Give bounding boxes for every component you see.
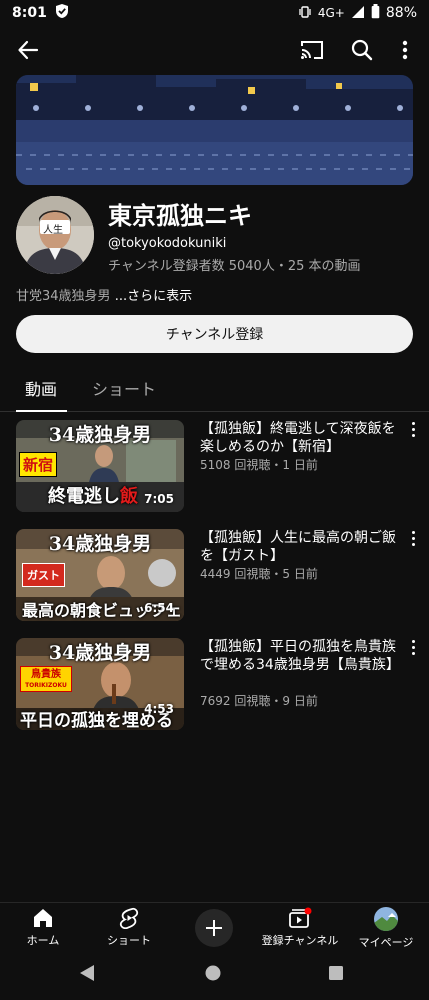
nav-profile-label: マイページ xyxy=(358,936,414,949)
create-icon xyxy=(206,920,222,936)
subscriptions-icon xyxy=(289,907,312,928)
battery-icon xyxy=(371,4,380,22)
description-text: 甘党34歳独身男 xyxy=(16,289,111,304)
bottom-navigation: ホーム ショート 登録チャンネル マイページ xyxy=(0,902,429,950)
nav-home[interactable]: ホーム xyxy=(0,907,86,948)
thumb-tag: 鳥貴族 xyxy=(31,669,61,680)
avatar-tag: 人生 xyxy=(43,225,63,236)
thumb-bottom-main: 終電逃し xyxy=(48,486,120,507)
system-navigation-bar xyxy=(0,950,429,1000)
video-thumbnail[interactable]: 34歳独身男 新宿 終電逃し飯 7:05 xyxy=(16,420,184,512)
nav-subscriptions-label: 登録チャンネル xyxy=(261,934,339,947)
show-more-link[interactable]: ...さらに表示 xyxy=(115,289,192,304)
vibrate-icon xyxy=(298,5,312,22)
thumb-tag-box: 鳥貴族 TORIKIZOKU xyxy=(20,666,72,692)
channel-avatar[interactable]: 人生 xyxy=(16,196,94,274)
app-bar xyxy=(0,28,429,72)
video-list-item[interactable]: 34歳独身男 新宿 終電逃し飯 7:05 【孤独飯】終電逃して深夜飯を楽しめるの… xyxy=(0,420,429,520)
nav-home-label: ホーム xyxy=(26,934,60,947)
video-meta: 5108 回視聴・1 日前 xyxy=(200,458,318,472)
more-options-button[interactable] xyxy=(387,32,423,68)
system-back-button[interactable] xyxy=(78,964,96,986)
circle-home-icon xyxy=(205,965,221,981)
nav-profile[interactable]: マイページ xyxy=(343,907,429,950)
video-menu-button[interactable] xyxy=(407,638,419,656)
signal-icon xyxy=(351,5,365,22)
cast-button[interactable] xyxy=(294,32,330,68)
channel-handle: @tokyokodokuniki xyxy=(108,236,227,251)
channel-description[interactable]: 甘党34歳独身男 ...さらに表示 xyxy=(16,285,192,304)
network-type: 4G+ xyxy=(317,6,345,20)
more-vertical-icon xyxy=(402,40,408,60)
channel-title: 東京孤独ニキ xyxy=(108,202,252,230)
square-recents-icon xyxy=(329,966,343,980)
video-list-item[interactable]: 34歳独身男 ガスト 最高の朝食ビュッフェ 6:54 【孤独飯】人生に最高の朝ご… xyxy=(0,529,429,629)
video-duration: 6:54 xyxy=(144,601,174,615)
video-age: 5 日前 xyxy=(282,567,318,581)
thumb-tag-sub: TORIKIZOKU xyxy=(25,682,67,689)
video-age: 1 日前 xyxy=(282,458,318,472)
channel-banner xyxy=(16,75,413,185)
thumb-bottom-text: 終電逃し飯 xyxy=(48,482,138,508)
video-thumbnail[interactable]: 34歳独身男 鳥貴族 TORIKIZOKU 平日の孤独を埋める 4:53 xyxy=(16,638,184,730)
thumb-tag: 新宿 xyxy=(19,452,58,477)
thumb-top-text: 34歳独身男 xyxy=(48,424,152,446)
channel-stats: チャンネル登録者数 5040人・25 本の動画 xyxy=(108,259,361,274)
thumb-top-text: 34歳独身男 xyxy=(48,533,152,555)
video-views: 7692 回視聴 xyxy=(200,694,271,708)
shorts-icon xyxy=(119,907,139,929)
nav-subscriptions[interactable]: 登録チャンネル xyxy=(257,907,343,948)
home-icon xyxy=(34,909,52,927)
channel-tabs: 動画 ショート xyxy=(0,366,429,412)
thumb-tag: ガスト xyxy=(22,563,65,587)
thumb-top-text: 34歳独身男 xyxy=(48,642,152,664)
tab-shorts[interactable]: ショート xyxy=(92,376,156,400)
video-menu-button[interactable] xyxy=(407,529,419,547)
system-home-button[interactable] xyxy=(204,964,222,986)
back-button[interactable] xyxy=(10,32,46,68)
thumb-bottom-accent: 飯 xyxy=(120,486,138,507)
profile-avatar-icon xyxy=(374,907,398,931)
video-list-item[interactable]: 34歳独身男 鳥貴族 TORIKIZOKU 平日の孤独を埋める 4:53 【孤独… xyxy=(0,638,429,738)
video-menu-button[interactable] xyxy=(407,420,419,438)
video-meta: 7692 回視聴・9 日前 xyxy=(200,694,318,708)
banner-art xyxy=(16,75,413,185)
nav-shorts-label: ショート xyxy=(107,934,151,947)
create-button[interactable] xyxy=(195,909,233,947)
subscribe-button[interactable]: チャンネル登録 xyxy=(16,315,413,353)
triangle-back-icon xyxy=(80,965,94,981)
status-bar: 8:01 4G+ 88% xyxy=(0,0,429,26)
nav-shorts[interactable]: ショート xyxy=(86,907,172,948)
video-meta: 4449 回視聴・5 日前 xyxy=(200,567,318,581)
tab-videos[interactable]: 動画 xyxy=(25,376,57,400)
video-title[interactable]: 【孤独飯】人生に最高の朝ご飯を【ガスト】 xyxy=(200,529,408,565)
back-arrow-icon xyxy=(18,40,39,60)
search-button[interactable] xyxy=(344,32,380,68)
search-icon xyxy=(351,39,373,61)
video-views: 5108 回視聴 xyxy=(200,458,271,472)
active-tab-indicator xyxy=(16,410,67,412)
system-recents-button[interactable] xyxy=(328,965,344,985)
battery-level: 88% xyxy=(385,5,417,21)
video-thumbnail[interactable]: 34歳独身男 ガスト 最高の朝食ビュッフェ 6:54 xyxy=(16,529,184,621)
video-duration: 4:53 xyxy=(144,702,174,716)
video-views: 4449 回視聴 xyxy=(200,567,271,581)
video-title[interactable]: 【孤独飯】平日の孤独を鳥貴族で埋める34歳独身男【鳥貴族】 xyxy=(200,638,408,674)
video-age: 9 日前 xyxy=(282,694,318,708)
status-time: 8:01 xyxy=(12,5,47,21)
video-duration: 7:05 xyxy=(144,492,174,506)
cast-icon xyxy=(301,41,323,59)
video-title[interactable]: 【孤独飯】終電逃して深夜飯を楽しめるのか【新宿】 xyxy=(200,420,408,456)
shield-icon xyxy=(55,3,69,23)
